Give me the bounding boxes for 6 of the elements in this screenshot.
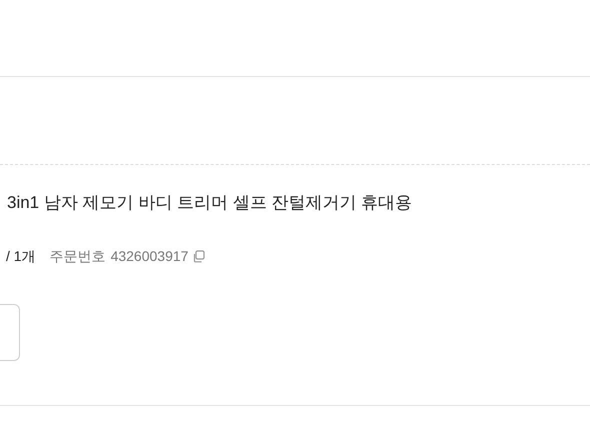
- button[interactable]: [0, 304, 20, 360]
- copy-icon[interactable]: [192, 250, 206, 262]
- quantity-text: / 1개: [5, 246, 36, 266]
- order-number: 4326003917: [110, 246, 188, 266]
- order-label: 주문번호: [50, 246, 106, 266]
- product-title: 3in1 남자 제모기 바디 트리머 셀프 잔털제거기 휴대용: [7, 192, 412, 214]
